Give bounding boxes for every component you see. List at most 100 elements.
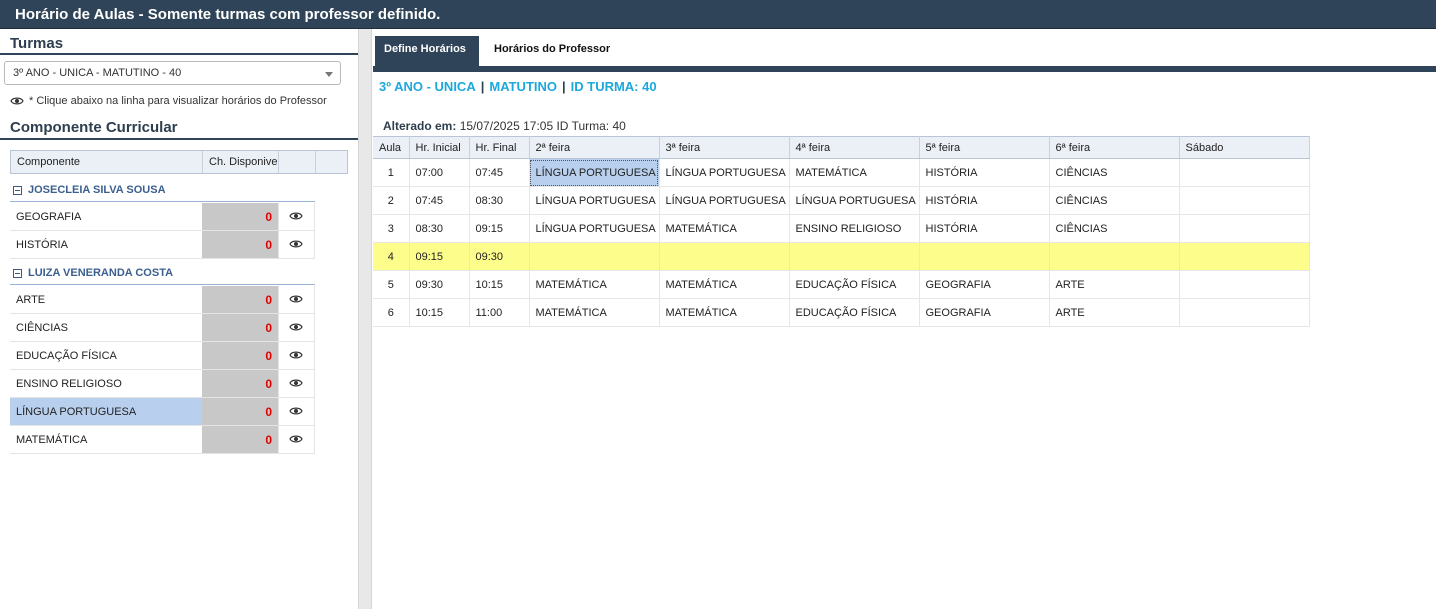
schedule-slot-cell[interactable] xyxy=(1179,270,1310,299)
schedule-slot-cell[interactable] xyxy=(1049,242,1180,271)
schedule-slot-cell[interactable] xyxy=(1179,242,1310,271)
schedule-col-header[interactable]: Hr. Inicial xyxy=(409,136,470,159)
schedule-slot-cell[interactable]: ENSINO RELIGIOSO xyxy=(789,214,920,243)
componente-row[interactable]: MATEMÁTICA 0 xyxy=(10,426,315,454)
schedule-slot-cell[interactable]: CIÊNCIAS xyxy=(1049,214,1180,243)
view-professor-button[interactable] xyxy=(278,314,315,341)
schedule-slot-cell[interactable]: LÍNGUA PORTUGUESA xyxy=(659,158,790,187)
schedule-slot-cell[interactable]: HISTÓRIA xyxy=(919,186,1050,215)
ch-disponivel-cell: 0 xyxy=(202,286,278,313)
schedule-slot-cell[interactable]: LÍNGUA PORTUGUESA xyxy=(789,186,920,215)
turma-select[interactable]: 3º ANO - UNICA - MATUTINO - 40 xyxy=(4,61,341,85)
eye-icon[interactable] xyxy=(289,239,303,249)
schedule-slot-cell[interactable]: MATEMÁTICA xyxy=(659,270,790,299)
schedule-slot-cell[interactable]: MATEMÁTICA xyxy=(659,298,790,327)
componente-name: GEOGRAFIA xyxy=(16,211,82,223)
schedule-col-header[interactable]: 5ª feira xyxy=(919,136,1050,159)
schedule-row[interactable]: 3 08:30 09:15 LÍNGUA PORTUGUESA MATEMÁTICA EN… xyxy=(373,214,1310,243)
schedule-slot-cell[interactable]: ARTE xyxy=(1049,270,1180,299)
eye-icon[interactable] xyxy=(289,211,303,221)
schedule-col-header[interactable]: Hr. Final xyxy=(469,136,530,159)
eye-icon[interactable] xyxy=(289,434,303,444)
schedule-slot-cell[interactable]: MATEMÁTICA xyxy=(529,298,660,327)
view-professor-button[interactable] xyxy=(278,370,315,397)
schedule-slot-cell[interactable]: LÍNGUA PORTUGUESA xyxy=(529,214,660,243)
view-professor-button[interactable] xyxy=(278,286,315,313)
view-professor-button[interactable] xyxy=(278,426,315,453)
schedule-row[interactable]: 5 09:30 10:15 MATEMÁTICA MATEMÁTICA EDUCAÇÃO … xyxy=(373,270,1310,299)
schedule-slot-cell[interactable]: MATEMÁTICA xyxy=(659,214,790,243)
eye-icon[interactable] xyxy=(289,350,303,360)
schedule-row[interactable]: 6 10:15 11:00 MATEMÁTICA MATEMÁTICA EDUCAÇÃO … xyxy=(373,298,1310,327)
schedule-slot-cell[interactable]: GEOGRAFIA xyxy=(919,270,1050,299)
schedule-slot-cell[interactable] xyxy=(919,242,1050,271)
schedule-row[interactable]: 4 09:15 09:30 xyxy=(373,242,1310,271)
componente-name: CIÊNCIAS xyxy=(16,322,68,334)
componente-row[interactable]: LÍNGUA PORTUGUESA 0 xyxy=(10,398,315,426)
componente-row[interactable]: ENSINO RELIGIOSO 0 xyxy=(10,370,315,398)
turma-id: ID TURMA: 40 xyxy=(570,79,657,94)
collapse-icon[interactable] xyxy=(13,269,22,278)
col-componente[interactable]: Componente xyxy=(11,151,203,173)
schedule-slot-cell[interactable] xyxy=(1179,214,1310,243)
componente-row[interactable]: HISTÓRIA 0 xyxy=(10,231,315,259)
schedule-time-cell: 10:15 xyxy=(469,270,530,299)
schedule-slot-cell[interactable]: HISTÓRIA xyxy=(919,214,1050,243)
schedule-col-header[interactable]: Sábado xyxy=(1179,136,1310,159)
schedule-row[interactable]: 1 07:00 07:45 LÍNGUA PORTUGUESA LÍNGUA PORTU… xyxy=(373,158,1310,187)
view-professor-button[interactable] xyxy=(278,231,315,258)
schedule-slot-cell[interactable]: GEOGRAFIA xyxy=(919,298,1050,327)
schedule-slot-cell[interactable]: CIÊNCIAS xyxy=(1049,158,1180,187)
schedule-col-header[interactable]: 3ª feira xyxy=(659,136,790,159)
teacher-group[interactable]: JOSECLEIA SILVA SOUSA xyxy=(10,180,315,202)
ch-disponivel-value: 0 xyxy=(265,377,272,391)
col-ch-disponivel[interactable]: Ch. Disponivel xyxy=(203,151,279,173)
schedule-slot-cell[interactable] xyxy=(529,242,660,271)
teacher-group[interactable]: LUIZA VENERANDA COSTA xyxy=(10,263,315,285)
schedule-time-cell: 2 xyxy=(373,186,410,215)
schedule-slot-cell[interactable]: MATEMÁTICA xyxy=(529,270,660,299)
schedule-slot-cell[interactable]: LÍNGUA PORTUGUESA xyxy=(659,186,790,215)
view-professor-button[interactable] xyxy=(278,398,315,425)
schedule-slot-cell[interactable]: ARTE xyxy=(1049,298,1180,327)
schedule-slot-cell[interactable]: EDUCAÇÃO FÍSICA xyxy=(789,298,920,327)
view-professor-button[interactable] xyxy=(278,342,315,369)
ch-disponivel-value: 0 xyxy=(265,349,272,363)
eye-icon[interactable] xyxy=(289,406,303,416)
componente-row[interactable]: CIÊNCIAS 0 xyxy=(10,314,315,342)
schedule-col-header[interactable]: 6ª feira xyxy=(1049,136,1180,159)
componente-row[interactable]: GEOGRAFIA 0 xyxy=(10,203,315,231)
collapse-icon[interactable] xyxy=(13,186,22,195)
tab-define-horarios[interactable]: Define Horários xyxy=(375,36,479,66)
schedule-slot-cell[interactable]: HISTÓRIA xyxy=(919,158,1050,187)
ch-disponivel-value: 0 xyxy=(265,238,272,252)
eye-icon xyxy=(10,97,24,105)
schedule-time-cell: 3 xyxy=(373,214,410,243)
schedule-slot-cell[interactable] xyxy=(1179,186,1310,215)
schedule-col-header[interactable]: 2ª feira xyxy=(529,136,660,159)
schedule-slot-cell[interactable]: MATEMÁTICA xyxy=(789,158,920,187)
schedule-col-header[interactable]: 4ª feira xyxy=(789,136,920,159)
schedule-slot-cell[interactable]: CIÊNCIAS xyxy=(1049,186,1180,215)
ch-disponivel-value: 0 xyxy=(265,210,272,224)
schedule-slot-cell[interactable] xyxy=(1179,298,1310,327)
schedule-slot-cell[interactable]: LÍNGUA PORTUGUESA xyxy=(529,186,660,215)
schedule-col-header[interactable]: Aula xyxy=(373,136,410,159)
componente-row[interactable]: ARTE 0 xyxy=(10,286,315,314)
eye-icon[interactable] xyxy=(289,322,303,332)
schedule-slot-cell[interactable] xyxy=(659,242,790,271)
view-professor-button[interactable] xyxy=(278,203,315,230)
eye-icon[interactable] xyxy=(289,294,303,304)
separator: | xyxy=(562,79,566,94)
panel-splitter[interactable] xyxy=(358,29,372,609)
altered-info: Alterado em: 15/07/2025 17:05 ID Turma: … xyxy=(383,119,626,133)
schedule-slot-cell[interactable] xyxy=(789,242,920,271)
schedule-slot-cell[interactable]: EDUCAÇÃO FÍSICA xyxy=(789,270,920,299)
schedule-slot-cell[interactable]: LÍNGUA PORTUGUESA xyxy=(529,158,660,187)
ch-disponivel-cell: 0 xyxy=(202,426,278,453)
schedule-slot-cell[interactable] xyxy=(1179,158,1310,187)
componente-row[interactable]: EDUCAÇÃO FÍSICA 0 xyxy=(10,342,315,370)
tab-horarios-professor[interactable]: Horários do Professor xyxy=(485,36,619,66)
schedule-row[interactable]: 2 07:45 08:30 LÍNGUA PORTUGUESA LÍNGUA PORTU… xyxy=(373,186,1310,215)
eye-icon[interactable] xyxy=(289,378,303,388)
